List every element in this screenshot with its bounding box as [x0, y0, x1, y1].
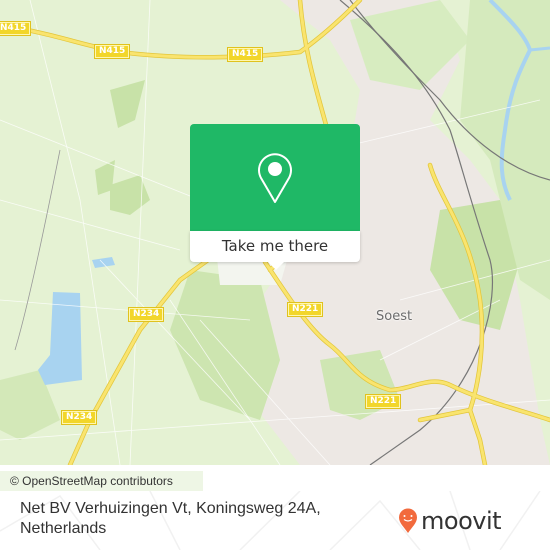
road-label-n221: N221 — [364, 394, 402, 409]
location-popup: Take me there — [190, 124, 360, 270]
city-label-soest: Soest — [376, 309, 413, 324]
popup-pointer — [268, 262, 284, 270]
road-label-n415: N415 — [0, 21, 32, 36]
pond — [92, 257, 115, 268]
road-label-n221: N221 — [286, 302, 324, 317]
road-label-n234: N234 — [60, 410, 98, 425]
map-pin-icon — [258, 152, 292, 203]
road-label-n415: N415 — [226, 47, 264, 62]
footer: Net BV Verhuizingen Vt, Koningsweg 24A, … — [0, 491, 550, 550]
road-label-n234: N234 — [127, 307, 165, 322]
address-line-2: Netherlands — [20, 520, 107, 537]
forest-area — [110, 175, 150, 215]
forest-area — [170, 270, 280, 420]
address: Net BV Verhuizingen Vt, Koningsweg 24A, … — [20, 499, 340, 539]
forest-area — [110, 80, 145, 128]
address-line-1: Net BV Verhuizingen Vt, Koningsweg 24A, — [20, 500, 321, 517]
canal — [529, 46, 550, 52]
take-me-there-button[interactable]: Take me there — [190, 231, 360, 262]
popup-header[interactable] — [190, 124, 360, 231]
moovit-wordmark: moovit — [421, 507, 502, 535]
moovit-pin-icon — [399, 508, 417, 533]
map-attribution[interactable]: © OpenStreetMap contributors — [0, 471, 203, 491]
moovit-logo[interactable]: moovit — [398, 501, 502, 541]
road-label-n415: N415 — [93, 44, 131, 59]
